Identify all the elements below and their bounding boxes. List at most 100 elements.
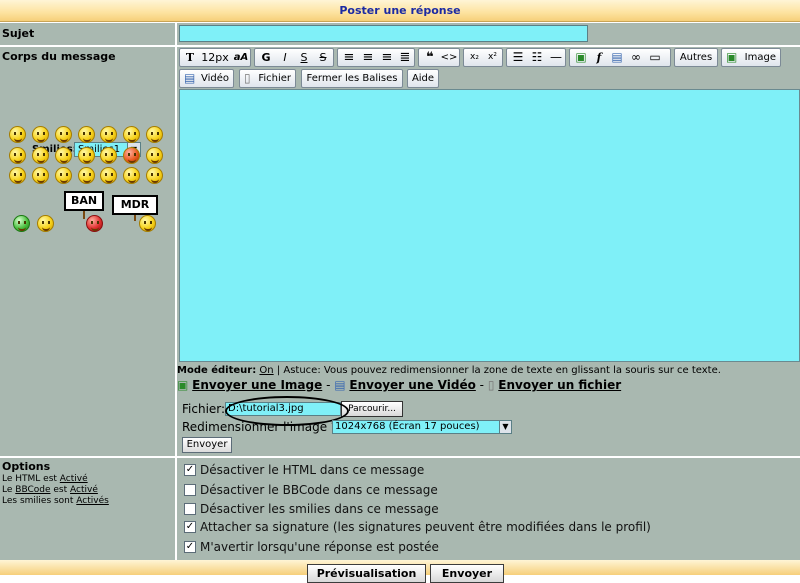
- file-label: Fichier:: [182, 402, 226, 416]
- question-smiley-icon[interactable]: [78, 167, 95, 184]
- flash-icon[interactable]: f: [591, 49, 607, 66]
- underline-button[interactable]: S: [295, 49, 313, 66]
- font-size-group[interactable]: T 12px aA: [179, 48, 251, 67]
- option-checkbox[interactable]: [184, 484, 196, 496]
- quote-icon[interactable]: ❝: [421, 49, 439, 66]
- close-tags-button[interactable]: Fermer les Balises: [301, 69, 403, 88]
- ban-sign[interactable]: BAN: [64, 191, 104, 211]
- option-checkbox[interactable]: ✓: [184, 541, 196, 553]
- smiley-icon[interactable]: [32, 126, 49, 143]
- link-icon[interactable]: ∞: [627, 49, 645, 66]
- insert-group[interactable]: ▣ f ▤ ∞ ▭: [569, 48, 671, 67]
- option-checkbox[interactable]: ✓: [184, 464, 196, 476]
- bold-button[interactable]: G: [257, 49, 275, 66]
- smiley-icon[interactable]: [9, 126, 26, 143]
- subscript-button[interactable]: x₂: [466, 49, 483, 66]
- text-color-icon[interactable]: T: [182, 49, 198, 66]
- green-smiley-icon[interactable]: [13, 215, 30, 232]
- submit-button[interactable]: Envoyer: [430, 564, 504, 583]
- smilies-status-link[interactable]: Activés: [76, 496, 109, 506]
- script-group[interactable]: x₂ x²: [463, 48, 503, 67]
- smiley-icon[interactable]: [9, 147, 26, 164]
- smiley-icon[interactable]: [32, 167, 49, 184]
- body-field-cell: T 12px aA G I S S ≡ ≡ ≡ ≣ ❝ <> x₂ x² ☰ ☷…: [177, 47, 800, 456]
- align-left-icon[interactable]: ≡: [340, 49, 358, 66]
- strike-button[interactable]: S: [314, 49, 332, 66]
- bbcode-status-prefix: Le: [2, 485, 13, 495]
- table-icon[interactable]: ▭: [646, 49, 664, 66]
- option-checkbox[interactable]: [184, 503, 196, 515]
- thumbs-up-smiley-icon[interactable]: [37, 215, 54, 232]
- subject-input[interactable]: [179, 25, 588, 42]
- file-icon: ▯: [487, 378, 495, 392]
- file-button[interactable]: ▯ Fichier: [239, 69, 296, 88]
- smiley-icon[interactable]: [78, 126, 95, 143]
- text-format-group[interactable]: G I S S: [254, 48, 334, 67]
- font-case-button[interactable]: aA: [232, 49, 250, 66]
- help-button[interactable]: Aide: [407, 69, 439, 88]
- smiley-icon[interactable]: [100, 126, 117, 143]
- idea-smiley-icon[interactable]: [100, 167, 117, 184]
- send-image-link[interactable]: Envoyer une Image: [192, 378, 322, 392]
- upload-send-button[interactable]: Envoyer: [182, 437, 232, 453]
- options-label-cell: Options Le HTML est Activé Le BBCode est…: [0, 458, 177, 560]
- video-button[interactable]: ▤ Vidéo: [179, 69, 234, 88]
- list-group[interactable]: ☰ ☷ —: [506, 48, 566, 67]
- align-center-icon[interactable]: ≡: [359, 49, 377, 66]
- video-icon: ▤: [334, 378, 346, 392]
- smiley-icon[interactable]: [32, 147, 49, 164]
- bullet-list-icon[interactable]: ☰: [509, 49, 527, 66]
- preview-button[interactable]: Prévisualisation: [307, 564, 426, 583]
- smiley-icon[interactable]: [78, 147, 95, 164]
- sign-post: [134, 215, 136, 221]
- option-label: M'avertir lorsqu'une réponse est postée: [200, 540, 439, 554]
- resize-select[interactable]: 1024x768 (Écran 17 pouces) ▼: [332, 420, 512, 434]
- others-button[interactable]: Autres: [674, 48, 718, 67]
- browse-button[interactable]: Parcourir...: [341, 401, 403, 417]
- exclamation-smiley-icon[interactable]: [55, 167, 72, 184]
- smiley-icon[interactable]: [146, 147, 163, 164]
- bbcode-status-link[interactable]: Activé: [70, 485, 98, 495]
- smiley-icon[interactable]: [55, 147, 72, 164]
- subject-label-cell: Sujet: [0, 23, 177, 45]
- option-checkbox[interactable]: ✓: [184, 521, 196, 533]
- image-button[interactable]: ▣ Image: [721, 48, 781, 67]
- smiley-icon[interactable]: [123, 126, 140, 143]
- mdr-sign[interactable]: MDR: [112, 195, 158, 215]
- smiley-icon[interactable]: [9, 167, 26, 184]
- align-group[interactable]: ≡ ≡ ≡ ≣: [337, 48, 415, 67]
- superscript-button[interactable]: x²: [484, 49, 501, 66]
- font-size-value[interactable]: 12px: [200, 49, 230, 66]
- align-justify-icon[interactable]: ≣: [396, 49, 414, 66]
- send-file-link[interactable]: Envoyer un fichier: [498, 378, 621, 392]
- bbcode-link[interactable]: BBCode: [15, 485, 50, 495]
- smiley-icon[interactable]: [100, 147, 117, 164]
- smilies-status-text: Les smilies sont: [2, 496, 74, 506]
- ban-smiley-icon[interactable]: [86, 215, 103, 232]
- editor-mode-toggle[interactable]: On: [259, 365, 273, 376]
- editor-mode-line: Mode éditeur: On | Astuce: Vous pouvez r…: [177, 365, 721, 376]
- checkmark-icon: ✓: [185, 541, 195, 552]
- send-video-link[interactable]: Envoyer une Vidéo: [349, 378, 475, 392]
- arrow-smiley-icon[interactable]: [123, 167, 140, 184]
- message-textarea[interactable]: [179, 89, 800, 362]
- html-status-text: Le HTML est: [2, 474, 57, 484]
- separator-dash: -: [326, 378, 331, 392]
- horizontal-rule-icon[interactable]: —: [547, 49, 565, 66]
- smiley-icon[interactable]: [55, 126, 72, 143]
- italic-button[interactable]: I: [276, 49, 294, 66]
- editor-tip: | Astuce: Vous pouvez redimensionner la …: [276, 365, 721, 376]
- align-right-icon[interactable]: ≡: [378, 49, 396, 66]
- chevron-down-icon[interactable]: ▼: [499, 421, 511, 433]
- smiley-icon[interactable]: [146, 167, 163, 184]
- image-icon[interactable]: ▣: [572, 49, 590, 66]
- html-status-link[interactable]: Activé: [60, 474, 88, 484]
- mdr-smiley-icon[interactable]: [139, 215, 156, 232]
- option-label: Désactiver les smilies dans ce message: [200, 502, 439, 516]
- number-list-icon[interactable]: ☷: [528, 49, 546, 66]
- video-icon[interactable]: ▤: [608, 49, 626, 66]
- quote-code-group[interactable]: ❝ <>: [418, 48, 460, 67]
- angry-smiley-icon[interactable]: [123, 147, 140, 164]
- code-icon[interactable]: <>: [440, 49, 458, 66]
- smiley-icon[interactable]: [146, 126, 163, 143]
